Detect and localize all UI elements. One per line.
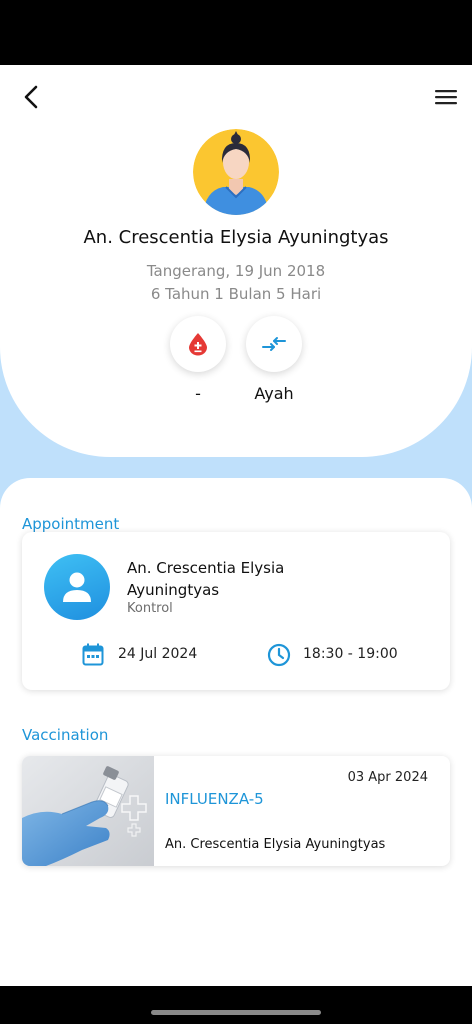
age-info: 6 Tahun 1 Bulan 5 Hari: [150, 285, 322, 303]
menu-button[interactable]: [430, 83, 462, 111]
status-bar: [0, 0, 472, 65]
calendar-icon: [82, 643, 104, 666]
home-indicator[interactable]: [151, 1010, 321, 1015]
profile-screen: An. Crescentia Elysia Ayuningtyas Tanger…: [0, 65, 472, 986]
profile-header: An. Crescentia Elysia Ayuningtyas Tanger…: [0, 65, 472, 457]
appointment-patient-name: An. Crescentia Elysia Ayuningtyas: [127, 559, 285, 599]
vaccine-image: [22, 756, 154, 866]
clock-icon: [267, 643, 291, 667]
content-sheet: Appointment An. Crescentia Elysia Ayunin…: [0, 478, 472, 986]
appointment-type: Kontrol: [127, 601, 173, 616]
appointment-card[interactable]: An. Crescentia Elysia Ayuningtyas Kontro…: [22, 532, 450, 690]
user-icon: [63, 572, 91, 602]
appointment-time: 18:30 - 19:00: [303, 646, 398, 662]
appointment-avatar: [44, 554, 110, 620]
back-button[interactable]: [16, 81, 48, 113]
vaccination-card[interactable]: 03 Apr 2024 INFLUENZA-5 An. Crescentia E…: [22, 756, 450, 866]
hamburger-menu-icon: [435, 90, 457, 105]
blood-drop-icon: [189, 333, 207, 356]
back-arrow-icon: [24, 85, 38, 109]
vaccination-patient-name: An. Crescentia Elysia Ayuningtyas: [165, 837, 386, 852]
swap-arrows-icon: [262, 337, 286, 351]
appointment-date: 24 Jul 2024: [118, 646, 198, 662]
patient-name: An. Crescentia Elysia Ayuningtyas: [83, 227, 389, 248]
relation-button[interactable]: [246, 316, 302, 372]
vaccine-name: INFLUENZA-5: [165, 790, 264, 808]
birth-info: Tangerang, 19 Jun 2018: [146, 262, 326, 280]
vaccination-date: 03 Apr 2024: [347, 770, 428, 785]
vaccination-section-title: Vaccination: [22, 726, 109, 744]
relation-value: Ayah: [254, 384, 294, 403]
blood-type-button[interactable]: [170, 316, 226, 372]
appointment-section-title: Appointment: [22, 515, 120, 533]
avatar: [193, 129, 279, 215]
system-nav-bar: [0, 986, 472, 1024]
